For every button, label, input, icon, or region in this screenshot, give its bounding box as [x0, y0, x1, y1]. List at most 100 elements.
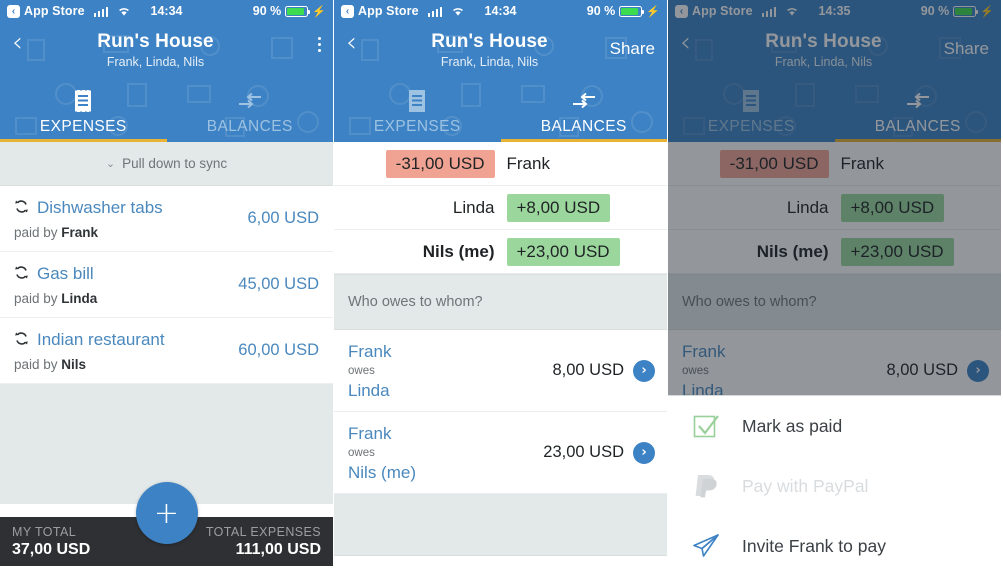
nav-bar: ‹ Run's House Frank, Linda, Nils EXPENSE…: [0, 22, 333, 142]
home-indicator-area: [334, 566, 667, 575]
balance-amount: -31,00 USD: [385, 149, 495, 178]
page-subtitle: Frank, Linda, Nils: [106, 55, 205, 69]
tab-balances[interactable]: BALANCES: [501, 78, 668, 142]
wifi-icon: [785, 6, 799, 17]
status-bar-left: ‹ App Store: [341, 4, 465, 18]
balance-amount-slot: +23,00 USD: [501, 237, 668, 266]
tab-expenses[interactable]: EXPENSES: [334, 78, 501, 142]
owes-label: owes: [348, 446, 375, 459]
debtor-name: Frank: [682, 341, 726, 361]
action-sheet: Mark as paid Pay with PayPal Invite Fran…: [668, 395, 1001, 575]
back-to-app-store-icon[interactable]: ‹: [675, 4, 688, 18]
who-owes-section-header: Who owes to whom?: [668, 274, 1001, 330]
balance-name-slot: Nils (me): [668, 242, 835, 262]
balance-amount: -31,00 USD: [719, 149, 829, 178]
paid-by-prefix: paid by: [14, 291, 62, 306]
status-bar-left: ‹ App Store: [7, 4, 131, 18]
sync-icon: [14, 331, 29, 349]
back-to-app-store-label[interactable]: App Store: [24, 4, 85, 18]
expense-row[interactable]: Gas bill paid by Linda 45,00 USD: [0, 252, 333, 318]
expense-row[interactable]: Dishwasher tabs paid by Frank 6,00 USD: [0, 186, 333, 252]
action-pay-with-paypal: Pay with PayPal: [668, 456, 1001, 516]
payer-name: Linda: [61, 291, 98, 306]
expense-amount: 45,00 USD: [238, 275, 319, 293]
expense-info: Indian restaurant paid by Nils: [14, 329, 230, 372]
cellular-signal-icon: [427, 6, 443, 17]
expense-info: Dishwasher tabs paid by Frank: [14, 197, 239, 240]
balance-row[interactable]: Nils (me) +23,00 USD: [334, 230, 667, 274]
nav-bar-top: ‹ Run's House Frank, Linda, Nils Share: [668, 22, 1001, 78]
balance-list: -31,00 USD Frank Linda +8,00 USD Nils (m…: [668, 142, 1001, 274]
my-total-label: MY TOTAL: [12, 524, 77, 539]
charging-bolt-icon: ⚡: [646, 5, 660, 18]
paper-plane-icon: [690, 530, 722, 562]
share-button[interactable]: Share: [610, 30, 655, 60]
balance-row: Linda +8,00 USD: [668, 186, 1001, 230]
pull-to-sync-row[interactable]: ⌄ Pull down to sync: [0, 142, 333, 186]
page-subtitle: Frank, Linda, Nils: [440, 55, 539, 69]
chevron-right-icon[interactable]: ›: [633, 359, 655, 382]
expense-amount: 6,00 USD: [247, 209, 319, 227]
charging-bolt-icon: ⚡: [312, 5, 326, 18]
balance-row[interactable]: Linda +8,00 USD: [334, 186, 667, 230]
kebab-menu-icon[interactable]: [317, 30, 321, 55]
action-invite-to-pay[interactable]: Invite Frank to pay: [668, 516, 1001, 575]
nav-bar-right: Share: [603, 30, 655, 60]
nav-bar-right: [269, 30, 321, 60]
back-to-app-store-label[interactable]: App Store: [692, 4, 753, 18]
chevron-right-icon: ›: [967, 359, 989, 382]
balance-amount: +8,00 USD: [506, 193, 611, 222]
tab-balances[interactable]: BALANCES: [167, 78, 334, 142]
balance-amount-slot: +8,00 USD: [501, 193, 668, 222]
add-expense-button[interactable]: +: [135, 482, 198, 544]
balance-row[interactable]: -31,00 USD Frank: [334, 142, 667, 186]
action-mark-as-paid[interactable]: Mark as paid: [668, 396, 1001, 456]
debt-row[interactable]: Frank owes Linda 8,00 USD ›: [334, 330, 667, 412]
pull-to-sync-label: Pull down to sync: [122, 156, 228, 171]
page-title: Run's House: [765, 31, 882, 52]
tab-balances-label: BALANCES: [206, 118, 293, 135]
page-title: Run's House: [97, 31, 214, 52]
debt-row[interactable]: Frank owes Nils (me) 23,00 USD ›: [334, 412, 667, 494]
nav-bar-right: Share: [937, 30, 989, 60]
balance-amount: +8,00 USD: [840, 193, 945, 222]
balance-row: Nils (me) +23,00 USD: [668, 230, 1001, 274]
battery-percent-label: 90 %: [252, 4, 282, 18]
tab-bar: EXPENSES BALANCES: [334, 78, 667, 142]
expense-list: Dishwasher tabs paid by Frank 6,00 USD G…: [0, 186, 333, 504]
back-to-app-store-icon[interactable]: ‹: [7, 4, 20, 18]
back-to-app-store-label[interactable]: App Store: [358, 4, 419, 18]
back-button[interactable]: ‹: [680, 29, 710, 56]
nav-bar-top: ‹ Run's House Frank, Linda, Nils: [0, 22, 333, 78]
back-button[interactable]: ‹: [346, 29, 376, 56]
creditor-name: Linda: [348, 380, 390, 400]
screenshot-stage: ‹ App Store 14:34 90 % ⚡ ‹ Run's House F…: [0, 0, 1003, 575]
tab-balances-label: BALANCES: [540, 118, 627, 135]
expense-amount: 60,00 USD: [238, 341, 319, 359]
expense-title: Dishwasher tabs: [37, 198, 163, 217]
balance-person-name: Frank: [506, 153, 550, 173]
home-indicator-area: [0, 566, 333, 575]
chevron-right-icon[interactable]: ›: [633, 441, 655, 464]
back-button[interactable]: ‹: [12, 29, 42, 56]
receipt-icon: [407, 88, 427, 114]
tab-expenses[interactable]: EXPENSES: [0, 78, 167, 142]
debt-list: Frank owes Linda 8,00 USD › Frank owes N…: [334, 330, 667, 556]
payer-name: Frank: [61, 225, 99, 240]
balance-list: -31,00 USD Frank Linda +8,00 USD Nils (m…: [334, 142, 667, 274]
sync-icon: [14, 265, 29, 283]
debtor-name: Frank: [348, 423, 392, 443]
debt-amount: 8,00 USD: [552, 361, 624, 379]
cellular-signal-icon: [93, 6, 109, 17]
expense-row[interactable]: Indian restaurant paid by Nils 60,00 USD: [0, 318, 333, 384]
balance-name-slot: Nils (me): [334, 242, 501, 262]
transfer-arrows-icon: [903, 88, 933, 114]
nav-bar: ‹ Run's House Frank, Linda, Nils Share E…: [334, 22, 667, 142]
action-mark-as-paid-label: Mark as paid: [742, 415, 843, 436]
nav-bar-top: ‹ Run's House Frank, Linda, Nils Share: [334, 22, 667, 78]
tab-balances: BALANCES: [835, 78, 1002, 142]
back-to-app-store-icon[interactable]: ‹: [341, 4, 354, 18]
share-button: Share: [943, 39, 989, 58]
paypal-icon: [690, 470, 722, 502]
balance-row: -31,00 USD Frank: [668, 142, 1001, 186]
